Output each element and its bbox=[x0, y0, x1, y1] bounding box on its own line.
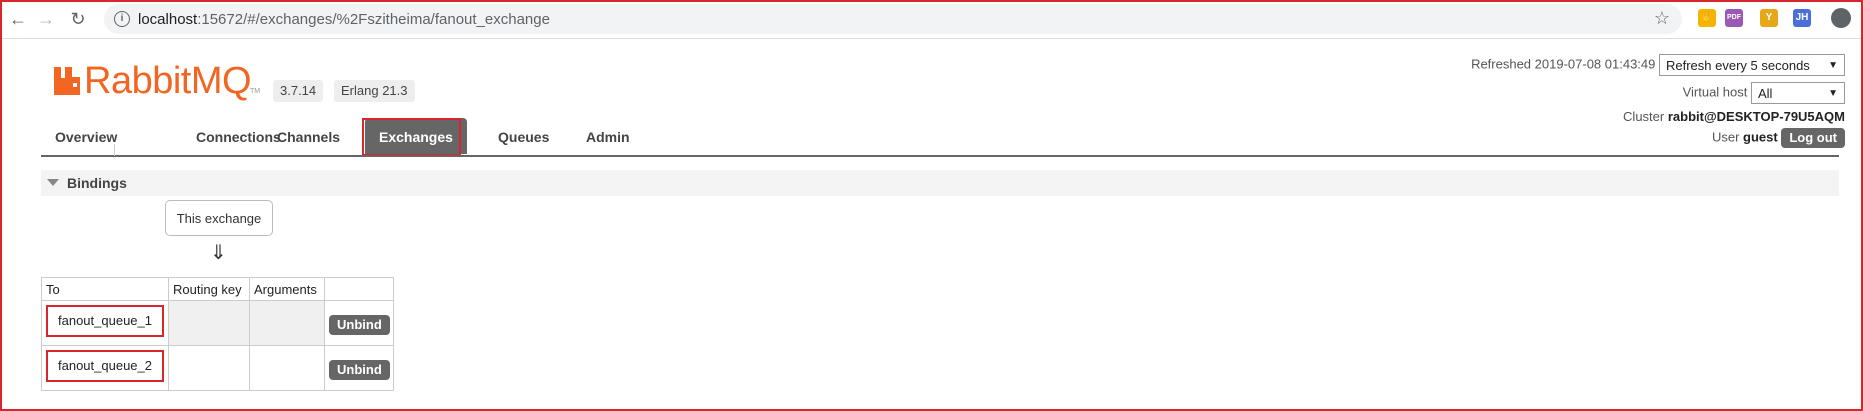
routing-key-cell bbox=[168, 345, 250, 391]
binding-destination-cell: fanout_queue_2 bbox=[41, 345, 169, 391]
virtual-host-select[interactable]: All ▼ bbox=[1751, 82, 1845, 104]
dropdown-caret-icon: ▼ bbox=[1828, 60, 1838, 71]
collapse-triangle-icon[interactable] bbox=[47, 179, 59, 186]
action-cell: Unbind bbox=[324, 345, 394, 391]
refresh-interval-value: Refresh every 5 seconds bbox=[1666, 58, 1810, 73]
routing-key-cell bbox=[168, 300, 250, 346]
browser-toolbar: ← → ↻ i localhost:15672/#/exchanges/%2Fs… bbox=[0, 0, 1863, 39]
url-host: localhost bbox=[138, 11, 198, 28]
url-text[interactable]: localhost:15672/#/exchanges/%2Fszitheima… bbox=[138, 11, 550, 28]
hand-extension-icon[interactable]: ✋ bbox=[1698, 9, 1716, 27]
url-path: :15672/#/exchanges/%2Fszitheima/fanout_e… bbox=[197, 11, 550, 28]
address-bar[interactable]: i localhost:15672/#/exchanges/%2Fszithei… bbox=[104, 4, 1682, 34]
action-cell: Unbind bbox=[324, 300, 394, 346]
queue-link[interactable]: fanout_queue_1 bbox=[46, 305, 164, 337]
table-row: fanout_queue_1 Unbind bbox=[41, 300, 394, 346]
arguments-cell bbox=[249, 345, 325, 391]
column-header-arguments: Arguments bbox=[249, 277, 325, 301]
column-header-actions bbox=[324, 277, 394, 301]
y-extension-icon[interactable]: Y bbox=[1760, 9, 1778, 27]
bindings-section-header[interactable]: Bindings bbox=[41, 170, 1839, 196]
tab-admin[interactable]: Admin bbox=[572, 118, 644, 154]
tab-queues[interactable]: Queues bbox=[484, 118, 563, 154]
binding-destination-cell: fanout_queue_1 bbox=[41, 300, 169, 346]
version-badge: 3.7.14 bbox=[273, 80, 324, 102]
main-nav-tabs: Overview Connections Channels Exchanges … bbox=[41, 118, 1839, 156]
profile-avatar-icon[interactable] bbox=[1831, 8, 1851, 28]
tab-separator bbox=[114, 144, 115, 156]
jh-extension-icon[interactable]: JH bbox=[1793, 9, 1811, 27]
down-arrow-icon: ⇓ bbox=[210, 242, 227, 264]
tab-overview[interactable]: Overview bbox=[41, 118, 131, 154]
back-icon[interactable]: ← bbox=[6, 7, 30, 31]
dropdown-caret-icon: ▼ bbox=[1828, 88, 1838, 99]
bindings-section-title: Bindings bbox=[67, 175, 127, 191]
virtual-host-label: Virtual host bbox=[1682, 84, 1748, 100]
tab-channels[interactable]: Channels bbox=[263, 118, 354, 154]
logo-trademark: TM bbox=[250, 88, 261, 95]
tabs-underline bbox=[41, 155, 1839, 157]
table-header-row: To Routing key Arguments bbox=[41, 277, 394, 301]
rabbit-logo-icon bbox=[54, 67, 80, 95]
logo-text: RabbitMQ bbox=[84, 60, 252, 102]
erlang-version-badge: Erlang 21.3 bbox=[334, 80, 415, 102]
virtual-host-value: All bbox=[1758, 86, 1773, 101]
table-row: fanout_queue_2 Unbind bbox=[41, 345, 394, 391]
column-header-routing-key: Routing key bbox=[168, 277, 250, 301]
forward-icon[interactable]: → bbox=[34, 7, 58, 31]
refresh-interval-select[interactable]: Refresh every 5 seconds ▼ bbox=[1659, 54, 1845, 76]
unbind-button[interactable]: Unbind bbox=[329, 360, 390, 380]
pdf-extension-icon[interactable]: PDF bbox=[1725, 9, 1743, 27]
arguments-cell bbox=[249, 300, 325, 346]
exchanges-tab-highlight bbox=[362, 118, 461, 156]
bindings-table: To Routing key Arguments fanout_queue_1 … bbox=[41, 277, 394, 391]
queue-link[interactable]: fanout_queue_2 bbox=[46, 350, 164, 382]
reload-icon[interactable]: ↻ bbox=[66, 7, 90, 31]
unbind-button[interactable]: Unbind bbox=[329, 315, 390, 335]
this-exchange-box: This exchange bbox=[165, 200, 273, 236]
bookmark-star-icon[interactable]: ☆ bbox=[1654, 8, 1670, 29]
refreshed-timestamp: Refreshed 2019-07-08 01:43:49 bbox=[1471, 56, 1656, 72]
column-header-to: To bbox=[41, 277, 169, 301]
info-icon[interactable]: i bbox=[114, 11, 130, 27]
